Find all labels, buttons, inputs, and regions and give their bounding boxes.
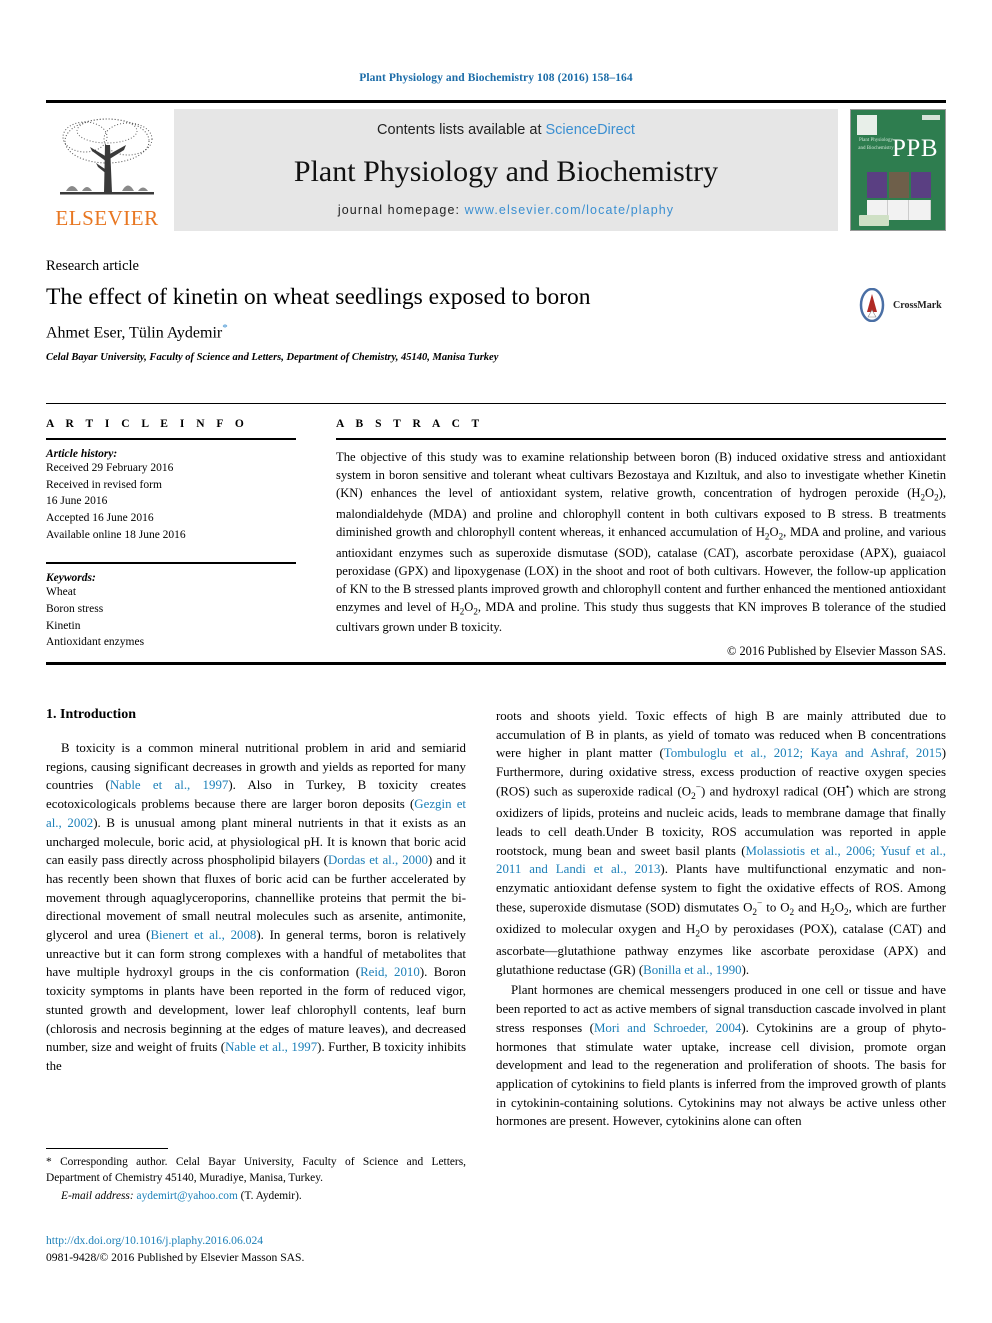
history-item: Received 29 February 2016 (46, 462, 174, 474)
elsevier-tree-icon (60, 118, 154, 195)
keywords-block: Keywords: Wheat Boron stress Kinetin Ant… (46, 562, 296, 651)
abstract-heading: A B S T R A C T (336, 418, 484, 430)
footnote-block: * Corresponding author. Celal Bayar Univ… (46, 1148, 466, 1205)
contents-prefix-text: Contents lists available at (377, 122, 546, 138)
citation-link[interactable]: Nable et al., 1997 (110, 778, 229, 792)
page-title: The effect of kinetin on wheat seedlings… (46, 284, 591, 310)
history-item: 16 June 2016 (46, 495, 108, 508)
section-heading-introduction: 1. Introduction (46, 707, 136, 722)
keyword-item: Wheat (46, 586, 77, 599)
keyword-item: Boron stress (46, 603, 104, 616)
citation-link[interactable]: Bienert et al., 2008 (150, 928, 256, 942)
paragraph: Plant hormones are chemical messengers p… (496, 983, 946, 1129)
article-info-heading: A R T I C L E I N F O (46, 418, 249, 430)
email-suffix: (T. Aydemir). (240, 1189, 302, 1202)
elsevier-wordmark: ELSEVIER (55, 206, 159, 230)
keyword-item: Kinetin (46, 619, 81, 632)
keyword-item: Antioxidant enzymes (46, 636, 145, 649)
history-item: Received in revised form (46, 478, 162, 491)
email-label: E-mail address: (61, 1189, 134, 1202)
citation-link[interactable]: Mori and Schroeder, 2004 (594, 1021, 741, 1035)
corresponding-author-note: * Corresponding author. Celal Bayar Univ… (46, 1156, 466, 1184)
keywords-label: Keywords: (46, 572, 96, 585)
journal-masthead: ELSEVIER Contents lists available at Sci… (46, 100, 946, 231)
citation-link[interactable]: Tombuloglu et al., 2012; Kaya and Ashraf… (664, 746, 942, 760)
crossmark-label: CrossMark (893, 299, 942, 311)
citation-link[interactable]: Molassiotis et al., 2006; Yusuf et al., … (496, 844, 946, 877)
running-head: Plant Physiology and Biochemistry 108 (2… (359, 72, 633, 84)
article-type: Research article (46, 258, 139, 274)
doi-block: http://dx.doi.org/10.1016/j.plaphy.2016.… (46, 1232, 476, 1267)
body-column-left: 1. Introduction B toxicity is a common m… (46, 707, 466, 1078)
journal-homepage-line: journal homepage: www.elsevier.com/locat… (174, 203, 838, 217)
keywords-rule (46, 562, 296, 565)
cover-issn-barcode-icon (922, 115, 940, 120)
cover-journal-title-text: Plant Physiology and Biochemistry (858, 138, 894, 151)
crossmark-badge[interactable]: CrossMark (855, 288, 942, 322)
article-info-rule (46, 438, 296, 440)
cover-abbrev-text: PPB (892, 135, 938, 162)
email-note: E-mail address: aydemirt@yahoo.com (T. A… (46, 1189, 466, 1205)
citation-link[interactable]: Gezgin et al., 2002 (46, 797, 466, 830)
cover-image: Plant Physiology and Biochemistry PPB (850, 109, 946, 231)
journal-title: Plant Physiology and Biochemistry (293, 155, 719, 188)
email-link[interactable]: aydemirt@yahoo.com (137, 1190, 238, 1202)
citation-link[interactable]: Nable et al., 1997 (225, 1040, 317, 1054)
masthead-center-panel: Contents lists available at ScienceDirec… (174, 109, 838, 231)
cover-photo-strip (867, 172, 931, 198)
cover-elsevier-logo-icon (857, 115, 877, 135)
abstract-block: A B S T R A C T The objective of this st… (336, 418, 946, 659)
crossmark-icon (859, 288, 885, 322)
homepage-label: journal homepage: (337, 203, 465, 217)
issn-copyright-line: 0981-9428/© 2016 Published by Elsevier M… (46, 1251, 305, 1265)
elsevier-logo: ELSEVIER (46, 109, 168, 231)
abstract-copyright: © 2016 Published by Elsevier Masson SAS. (726, 643, 946, 658)
cover-society-badge-icon (859, 215, 889, 226)
author-names: Ahmet Eser, Tülin Aydemir (46, 324, 223, 342)
corresponding-author-marker: * (222, 322, 228, 334)
article-history-label: Article history: (46, 448, 118, 460)
sciencedirect-link[interactable]: ScienceDirect (546, 122, 635, 138)
abstract-text: The objective of this study was to exami… (336, 450, 946, 635)
citation-link[interactable]: Bonilla et al., 1990 (643, 963, 741, 977)
body-column-right: roots and shoots yield. Toxic effects of… (496, 707, 946, 1133)
article-page: Plant Physiology and Biochemistry 108 (2… (0, 0, 992, 1323)
info-block-bottom-rule (46, 662, 946, 665)
history-item: Available online 18 June 2016 (46, 528, 186, 541)
abstract-rule (336, 438, 946, 440)
contents-available-line: Contents lists available at ScienceDirec… (174, 122, 838, 138)
author-affiliation: Celal Bayar University, Faculty of Scien… (46, 352, 499, 363)
footnote-rule (46, 1148, 168, 1149)
author-list: Ahmet Eser, Tülin Aydemir* (46, 322, 228, 342)
history-item: Accepted 16 June 2016 (46, 512, 154, 525)
paragraph: B toxicity is a common mineral nutrition… (46, 741, 466, 1073)
doi-link[interactable]: http://dx.doi.org/10.1016/j.plaphy.2016.… (46, 1232, 476, 1249)
citation-link[interactable]: Reid, 2010 (360, 965, 420, 979)
info-block-top-rule (46, 403, 946, 404)
journal-homepage-link[interactable]: www.elsevier.com/locate/plaphy (465, 203, 674, 217)
paragraph: roots and shoots yield. Toxic effects of… (496, 709, 946, 977)
article-info-block: A R T I C L E I N F O Article history: R… (46, 418, 296, 651)
journal-cover-thumbnail[interactable]: Plant Physiology and Biochemistry PPB (844, 109, 946, 231)
citation-link[interactable]: Dordas et al., 2000 (328, 853, 428, 867)
